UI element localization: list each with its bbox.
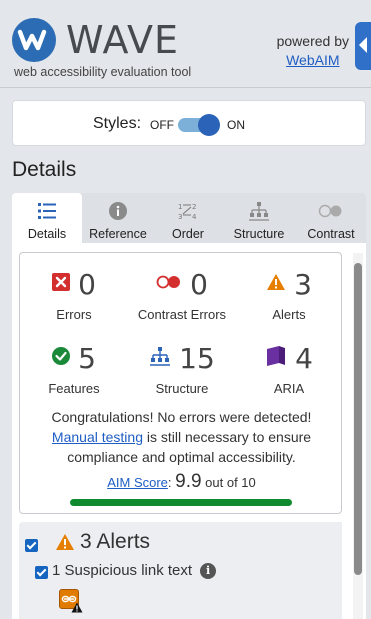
webaim-link[interactable]: WebAIM: [277, 51, 349, 70]
congrats-line: Congratulations! No errors were detected…: [51, 409, 312, 425]
aim-score-link[interactable]: AIM Score: [107, 475, 168, 490]
powered-by-label: powered by: [276, 33, 349, 49]
tab-details-label: Details: [27, 227, 67, 241]
chevron-left-icon: [359, 37, 367, 53]
aria-count: 4: [295, 341, 313, 375]
info-icon: [82, 201, 154, 221]
structure-element-icon: [149, 346, 171, 371]
tab-reference[interactable]: Reference: [82, 193, 154, 243]
stat-features[interactable]: 5 Features: [20, 341, 128, 397]
tab-details[interactable]: Details: [12, 193, 82, 243]
errors-label: Errors: [56, 307, 92, 322]
tab-reference-label: Reference: [89, 227, 147, 241]
contrast-icon: [296, 201, 366, 221]
suspicious-link-item: 1 Suspicious link text i: [52, 562, 217, 579]
styles-toggle-knob[interactable]: [198, 114, 220, 136]
aria-label: ARIA: [273, 381, 305, 396]
alerts-count: 3: [294, 267, 312, 301]
svg-text:2: 2: [192, 203, 196, 211]
alert-heading-icon: [55, 533, 75, 551]
stat-aria[interactable]: 4 ARIA: [235, 341, 343, 396]
details-panel: 0 Errors 0 Contrast Errors 3 Alerts 5 Fe…: [12, 243, 366, 619]
alert-icon: [266, 273, 286, 296]
features-count: 5: [78, 341, 96, 375]
styles-off-label: OFF: [150, 118, 174, 132]
feature-icon: [52, 346, 71, 370]
stat-structure[interactable]: 15 Structure: [128, 341, 236, 396]
scrollbar-thumb[interactable]: [354, 263, 362, 575]
suspicious-link-label: 1 Suspicious link text: [52, 562, 193, 579]
alerts-label: Alerts: [272, 307, 306, 322]
tab-contrast-label: Contrast: [307, 227, 355, 241]
tab-contrast[interactable]: Contrast: [296, 193, 366, 243]
tab-order-label: Order: [172, 227, 204, 241]
tab-structure-label: Structure: [233, 227, 285, 241]
section-title: Details: [12, 158, 77, 181]
structure-count: 15: [179, 341, 215, 375]
alerts-heading: 3 Alerts: [55, 530, 150, 554]
errors-count: 0: [78, 267, 96, 301]
aim-score-value: 9.9: [175, 471, 202, 492]
tab-structure[interactable]: Structure: [222, 193, 296, 243]
header: WAVE web accessibility evaluation tool p…: [0, 0, 371, 88]
stat-alerts[interactable]: 3 Alerts: [235, 267, 343, 322]
list-icon: [12, 201, 82, 221]
tagline: web accessibility evaluation tool: [14, 65, 192, 79]
alerts-section: 3 Alerts 1 Suspicious link text i: [19, 522, 342, 619]
styles-on-label: ON: [227, 118, 245, 132]
info-icon[interactable]: i: [200, 562, 217, 579]
manual-testing-link[interactable]: Manual testing: [52, 429, 143, 445]
order-icon: 1 2 3 4: [154, 201, 222, 221]
styles-toggle-card: Styles: OFF ON: [12, 100, 366, 146]
summary-box: 0 Errors 0 Contrast Errors 3 Alerts 5 Fe…: [19, 252, 342, 514]
styles-label: Styles:: [93, 115, 142, 132]
logo-text: WAVE: [66, 18, 180, 62]
tab-order[interactable]: 1 2 3 4 Order: [154, 193, 222, 243]
contrast-error-icon: [156, 275, 182, 294]
collapse-sidebar-button[interactable]: [355, 22, 371, 70]
tab-bar: Details Reference 1 2 3 4 Order Structur…: [12, 193, 366, 243]
stat-errors[interactable]: 0 Errors: [20, 267, 128, 322]
stat-contrast-errors[interactable]: 0 Contrast Errors: [128, 267, 236, 323]
warning-badge-icon: [71, 600, 83, 618]
powered-by: powered by WebAIM: [277, 32, 349, 70]
structure-label: Structure: [155, 381, 209, 396]
contrast-errors-label: Contrast Errors: [137, 307, 227, 322]
aim-score-suffix: out of 10: [201, 475, 256, 490]
aim-score: AIM Score: 9.9 out of 10: [107, 471, 256, 492]
alerts-heading-text: 3 Alerts: [80, 530, 151, 553]
alerts-checkbox[interactable]: [25, 539, 38, 552]
wave-logo-icon: [12, 18, 56, 62]
structure-icon: [222, 201, 296, 221]
aria-icon: [265, 345, 287, 372]
svg-text:3: 3: [178, 213, 182, 221]
svg-text:4: 4: [192, 213, 197, 221]
contrast-errors-count: 0: [190, 267, 208, 301]
congrats-message: Congratulations! No errors were detected…: [20, 407, 343, 467]
aim-score-bar: [70, 499, 292, 506]
features-label: Features: [48, 381, 100, 396]
error-icon: [52, 272, 71, 296]
suspicious-link-checkbox[interactable]: [35, 566, 48, 579]
svg-text:1: 1: [178, 203, 182, 211]
